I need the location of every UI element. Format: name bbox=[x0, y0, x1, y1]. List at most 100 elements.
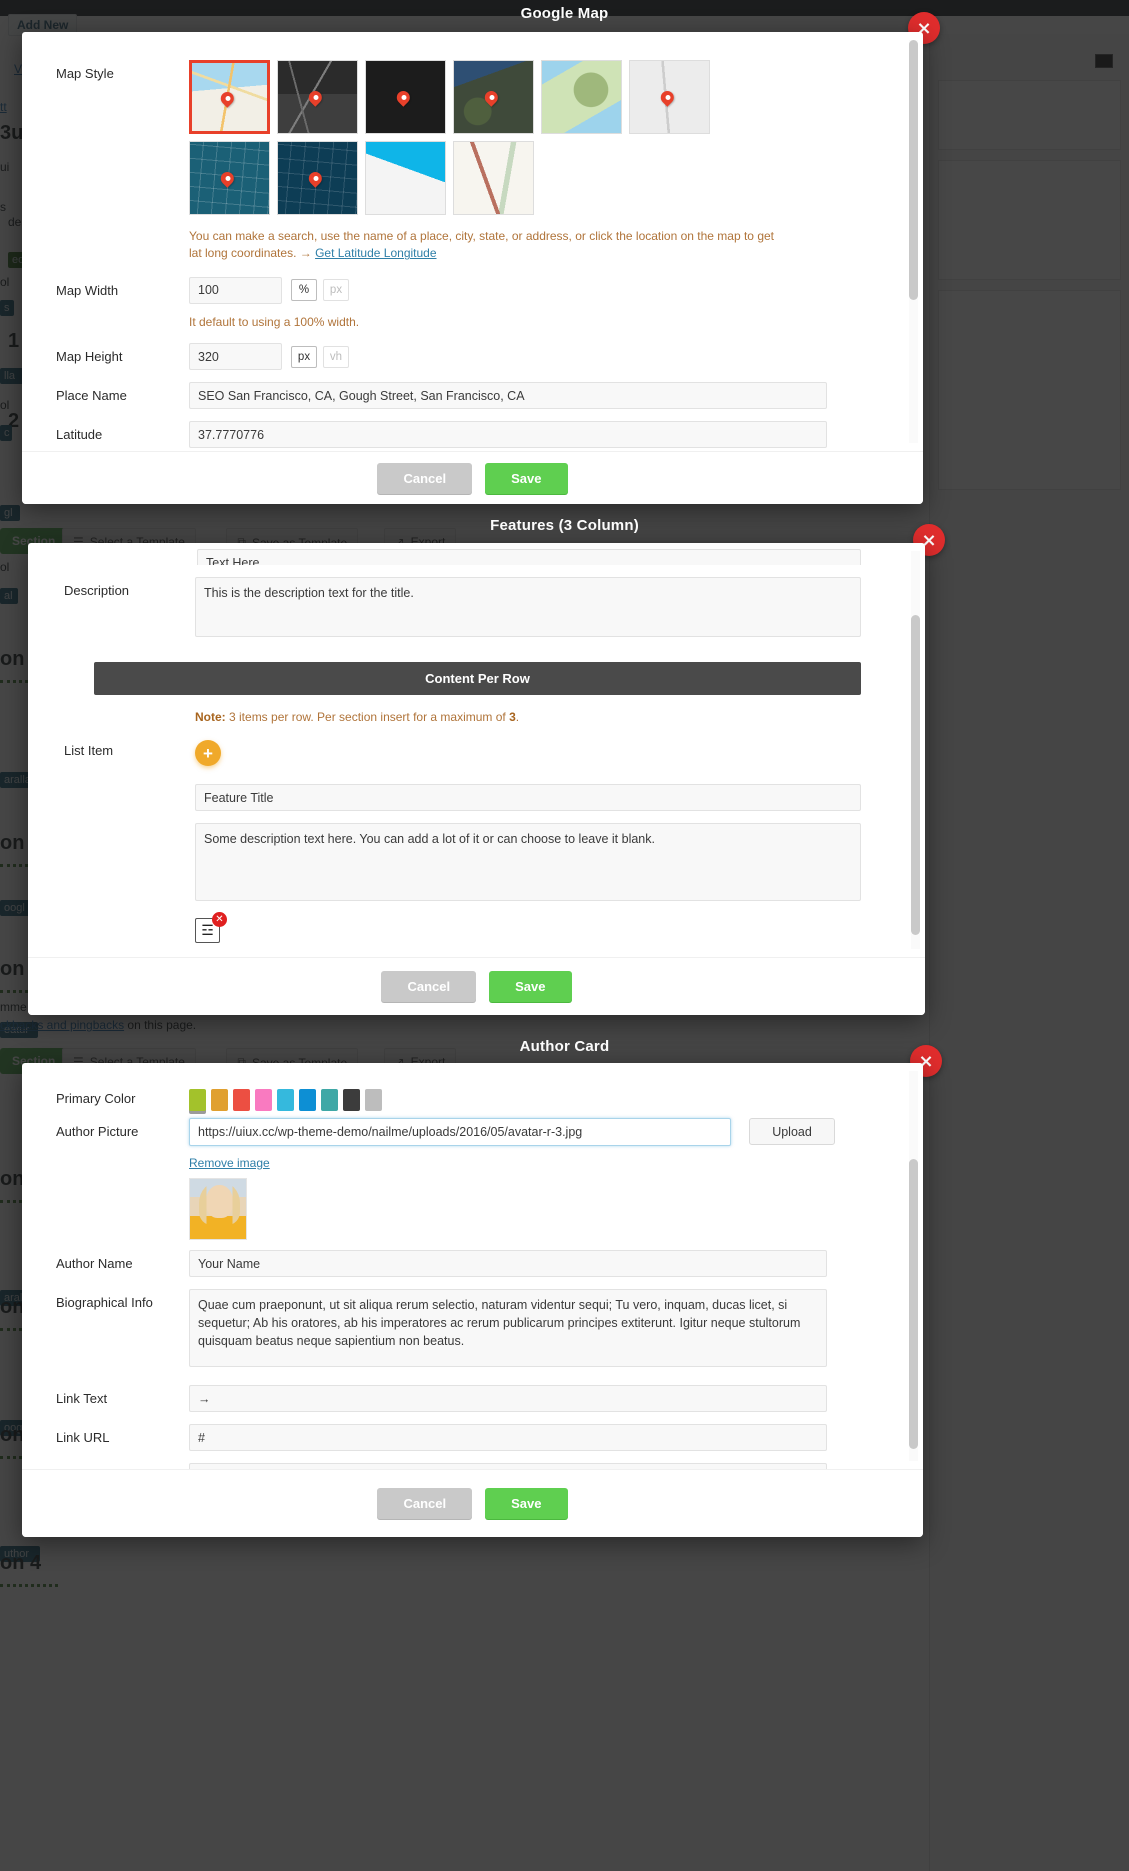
map-style-thumb-terrain[interactable] bbox=[541, 60, 622, 134]
map-style-thumb-satellite[interactable] bbox=[453, 60, 534, 134]
latitude-row: Latitude bbox=[56, 421, 889, 449]
map-pin-icon bbox=[657, 88, 676, 107]
author-modal-footer: Cancel Save bbox=[22, 1469, 923, 1537]
author-name-input[interactable] bbox=[189, 1250, 827, 1277]
color-swatch-8[interactable] bbox=[365, 1089, 382, 1111]
author-save-button[interactable]: Save bbox=[485, 1488, 568, 1519]
feature-title-row bbox=[64, 784, 889, 812]
map-hint-text: You can make a search, use the name of a… bbox=[189, 229, 774, 261]
color-swatch-1[interactable] bbox=[211, 1089, 228, 1111]
author-card-modal: Primary Color Author Picture Upload Remo… bbox=[22, 1063, 923, 1537]
features-modal-scrollbar-thumb[interactable] bbox=[911, 615, 920, 935]
map-pin-icon bbox=[393, 88, 412, 107]
map-style-label: Map Style bbox=[56, 66, 114, 81]
place-name-input[interactable] bbox=[189, 382, 827, 410]
latitude-label: Latitude bbox=[56, 427, 103, 443]
features-description-row: Description bbox=[64, 577, 889, 642]
map-style-thumb-silver-dark[interactable] bbox=[277, 60, 358, 134]
map-pin-icon bbox=[305, 169, 324, 188]
feature-description-textarea[interactable] bbox=[195, 823, 861, 902]
list-item-label: List Item bbox=[64, 743, 114, 759]
place-name-row: Place Name bbox=[56, 382, 889, 410]
features-description-label: Description bbox=[64, 583, 130, 598]
features-note-prefix: Note: bbox=[195, 710, 226, 724]
link-text-row: Link Text bbox=[56, 1385, 889, 1412]
latitude-input[interactable] bbox=[189, 421, 827, 449]
primary-color-row: Primary Color bbox=[56, 1089, 889, 1111]
features-modal-title: Features (3 Column) bbox=[490, 517, 639, 534]
screen-root: Add New Vtt3uuisdeol1ol2oleosllacglalara… bbox=[0, 0, 1129, 1871]
link-url-input[interactable] bbox=[189, 1424, 827, 1451]
color-swatch-3[interactable] bbox=[255, 1089, 272, 1111]
map-save-button[interactable]: Save bbox=[485, 462, 568, 494]
map-style-thumb-night[interactable] bbox=[365, 60, 446, 134]
color-swatch-2[interactable] bbox=[233, 1089, 250, 1111]
features-description-textarea[interactable] bbox=[195, 577, 861, 637]
width-unit-percent[interactable]: % bbox=[291, 279, 317, 302]
height-unit-vh[interactable]: vh bbox=[323, 345, 349, 368]
features-note-body: 3 items per row. Per section insert for … bbox=[225, 710, 510, 724]
map-style-thumb-grayscale[interactable] bbox=[629, 60, 710, 134]
link-text-input[interactable] bbox=[189, 1385, 827, 1412]
map-modal-scrollbar-thumb[interactable] bbox=[909, 40, 918, 300]
map-width-hint: It default to using a 100% width. bbox=[189, 314, 360, 329]
bio-label: Biographical Info bbox=[56, 1295, 153, 1310]
height-unit-px[interactable]: px bbox=[291, 345, 317, 368]
map-style-thumb-teal-light[interactable] bbox=[189, 141, 270, 215]
binoculars-icon[interactable]: ☲ ✕ bbox=[195, 912, 227, 944]
color-swatch-5[interactable] bbox=[299, 1089, 316, 1111]
map-style-thumb-teal-dark[interactable] bbox=[277, 141, 358, 215]
map-width-input[interactable] bbox=[189, 276, 282, 304]
link-text-label: Link Text bbox=[56, 1391, 108, 1406]
width-unit-px[interactable]: px bbox=[323, 279, 349, 302]
author-name-label: Author Name bbox=[56, 1256, 133, 1271]
remove-image-link[interactable]: Remove image bbox=[189, 1156, 270, 1170]
author-modal-scrollbar-thumb[interactable] bbox=[909, 1159, 918, 1449]
map-style-thumb-aqua[interactable] bbox=[365, 141, 446, 215]
map-height-unit-toggle[interactable]: px vh bbox=[291, 345, 349, 368]
place-name-label: Place Name bbox=[56, 388, 127, 404]
map-style-thumb-roadmap[interactable] bbox=[189, 60, 270, 134]
features-cut-row bbox=[64, 549, 889, 565]
remove-icon-button[interactable]: ✕ bbox=[212, 912, 227, 928]
author-cancel-button[interactable]: Cancel bbox=[377, 1488, 473, 1519]
bio-textarea[interactable] bbox=[189, 1289, 827, 1367]
add-list-item-button[interactable]: + bbox=[195, 740, 221, 767]
primary-color-label: Primary Color bbox=[56, 1091, 136, 1106]
author-picture-row: Author Picture Upload Remove image bbox=[56, 1118, 889, 1240]
color-swatch-6[interactable] bbox=[321, 1089, 338, 1111]
author-picture-label: Author Picture bbox=[56, 1124, 139, 1139]
map-style-row: Map Style You can make a search, use the… bbox=[56, 60, 889, 263]
upload-button[interactable]: Upload bbox=[749, 1118, 835, 1145]
bio-row: Biographical Info bbox=[56, 1289, 889, 1372]
map-modal-title: Google Map bbox=[520, 5, 609, 22]
color-swatch-7[interactable] bbox=[343, 1089, 360, 1111]
map-pin-icon bbox=[217, 169, 236, 188]
feature-title-input[interactable] bbox=[195, 784, 861, 812]
primary-color-swatches[interactable] bbox=[189, 1089, 889, 1111]
author-modal-title: Author Card bbox=[519, 1038, 610, 1055]
features-modal: Description Content Per Row Note: 3 item… bbox=[28, 543, 925, 1015]
map-pin-icon bbox=[481, 88, 500, 107]
map-cancel-button[interactable]: Cancel bbox=[377, 462, 473, 494]
color-swatch-4[interactable] bbox=[277, 1089, 294, 1111]
feature-desc-row bbox=[64, 823, 889, 906]
map-modal-footer: Cancel Save bbox=[22, 451, 923, 504]
color-swatch-0[interactable] bbox=[189, 1089, 206, 1111]
author-avatar-preview bbox=[189, 1178, 247, 1240]
content-per-row-bar: Content Per Row bbox=[94, 662, 861, 695]
map-style-thumb-retro[interactable] bbox=[453, 141, 534, 215]
map-height-label: Map Height bbox=[56, 349, 123, 365]
author-picture-input[interactable] bbox=[189, 1118, 731, 1146]
google-map-modal: Map Style You can make a search, use the… bbox=[22, 32, 923, 504]
map-style-gallery[interactable] bbox=[189, 60, 729, 215]
map-height-input[interactable] bbox=[189, 343, 282, 371]
list-item-row: List Item + bbox=[64, 740, 889, 767]
map-height-row: Map Height pxvh bbox=[56, 343, 889, 371]
features-title-input[interactable] bbox=[197, 549, 861, 565]
get-lat-long-link[interactable]: Get Latitude Longitude bbox=[315, 246, 436, 260]
features-cancel-button[interactable]: Cancel bbox=[381, 971, 477, 1002]
map-width-unit-toggle[interactable]: % px bbox=[291, 279, 349, 302]
features-save-button[interactable]: Save bbox=[489, 971, 572, 1002]
link-url-label: Link URL bbox=[56, 1430, 110, 1445]
